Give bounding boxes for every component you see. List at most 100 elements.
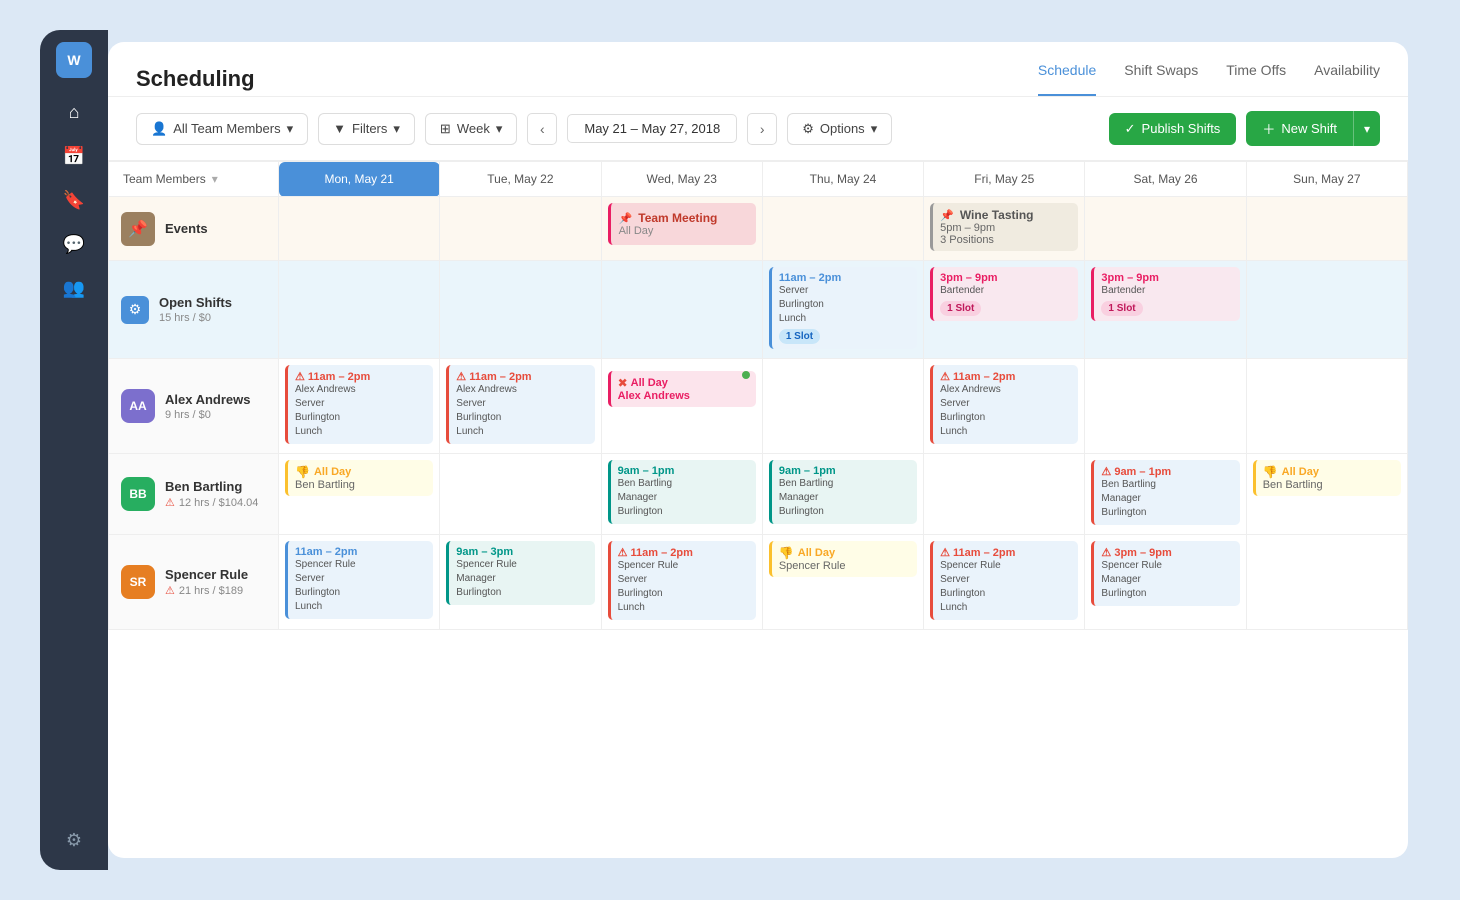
open-fri[interactable]: 3pm – 9pm Bartender 1 Slot xyxy=(924,261,1085,359)
events-fri[interactable]: 📌 Wine Tasting 5pm – 9pm 3 Positions xyxy=(924,197,1085,261)
tab-shift-swaps[interactable]: Shift Swaps xyxy=(1124,62,1198,96)
spencer-mon[interactable]: 11am – 2pm Spencer RuleServerBurlingtonL… xyxy=(279,535,440,630)
thumb-icon: 👎 xyxy=(295,465,310,479)
ben-allday-mon[interactable]: 👎 All Day Ben Bartling xyxy=(285,460,433,496)
open-sat[interactable]: 3pm – 9pm Bartender 1 Slot xyxy=(1085,261,1246,359)
green-dot-indicator xyxy=(742,371,750,379)
col-mon: Mon, May 21 xyxy=(279,162,440,197)
open-mon xyxy=(279,261,440,359)
open-shifts-row: ⚙ Open Shifts 15 hrs / $0 xyxy=(109,261,1408,359)
ben-mon[interactable]: 👎 All Day Ben Bartling xyxy=(279,454,440,535)
spencer-row: SR Spencer Rule ⚠ 21 hrs / $189 xyxy=(109,535,1408,630)
wine-tasting-event[interactable]: 📌 Wine Tasting 5pm – 9pm 3 Positions xyxy=(930,203,1078,251)
col-team-members: Team Members ▾ xyxy=(109,162,279,197)
warn-icon-spencer: ⚠ xyxy=(165,584,175,597)
ben-sun[interactable]: 👎 All Day Ben Bartling xyxy=(1246,454,1407,535)
ben-wed[interactable]: 9am – 1pm Ben BartlingManagerBurlington xyxy=(601,454,762,535)
sidebar-settings[interactable]: ⚙ xyxy=(56,822,92,858)
plus-icon: ＋ xyxy=(1262,119,1275,138)
sidebar-bookmark[interactable]: 🔖 xyxy=(56,182,92,218)
sidebar-calendar[interactable]: 📅 xyxy=(56,138,92,174)
publish-shifts-btn[interactable]: ✓ Publish Shifts xyxy=(1109,113,1237,145)
view-selector[interactable]: ⊞ Week ▾ xyxy=(425,113,517,145)
sidebar-team[interactable]: 👥 xyxy=(56,270,92,306)
thumb-icon-2: 👎 xyxy=(1263,465,1278,479)
alex-fri[interactable]: ⚠ 11am – 2pm Alex AndrewsServerBurlingto… xyxy=(924,359,1085,454)
spencer-shift-tue[interactable]: 9am – 3pm Spencer RuleManagerBurlington xyxy=(446,541,594,605)
spencer-thu[interactable]: 👎 All Day Spencer Rule xyxy=(762,535,923,630)
alex-allday-wed[interactable]: ✖ All Day Alex Andrews xyxy=(608,371,756,407)
chevron-down-icon-3: ▾ xyxy=(496,121,503,137)
spencer-shift-fri[interactable]: ⚠ 11am – 2pm Spencer RuleServerBurlingto… xyxy=(930,541,1078,620)
date-range-display: May 21 – May 27, 2018 xyxy=(567,114,737,143)
filter-icon: ▼ xyxy=(333,121,346,136)
thumb-icon-3: 👎 xyxy=(779,546,794,560)
alex-shift-fri[interactable]: ⚠ 11am – 2pm Alex AndrewsServerBurlingto… xyxy=(930,365,1078,444)
alex-shift-tue[interactable]: ⚠ 11am – 2pm Alex AndrewsServerBurlingto… xyxy=(446,365,594,444)
spencer-sat[interactable]: ⚠ 3pm – 9pm Spencer RuleManagerBurlingto… xyxy=(1085,535,1246,630)
sidebar-home[interactable]: ⌂ xyxy=(56,94,92,130)
filters-btn[interactable]: ▼ Filters ▾ xyxy=(318,113,415,145)
new-shift-group: ＋ New Shift ▾ xyxy=(1246,111,1380,146)
spencer-wed[interactable]: ⚠ 11am – 2pm Spencer RuleServerBurlingto… xyxy=(601,535,762,630)
col-sat: Sat, May 26 xyxy=(1085,162,1246,197)
spencer-avatar: SR xyxy=(121,565,155,599)
spencer-shift-wed[interactable]: ⚠ 11am – 2pm Spencer RuleServerBurlingto… xyxy=(608,541,756,620)
ben-thu[interactable]: 9am – 1pm Ben BartlingManagerBurlington xyxy=(762,454,923,535)
pin-icon-2: 📌 xyxy=(940,209,954,222)
open-wed xyxy=(601,261,762,359)
alex-tue[interactable]: ⚠ 11am – 2pm Alex AndrewsServerBurlingto… xyxy=(440,359,601,454)
events-sun xyxy=(1246,197,1407,261)
open-shift-thu[interactable]: 11am – 2pm ServerBurlingtonLunch 1 Slot xyxy=(769,267,917,349)
events-wed[interactable]: 📌 Team Meeting All Day xyxy=(601,197,762,261)
ben-shift-sat[interactable]: ⚠ 9am – 1pm Ben BartlingManagerBurlingto… xyxy=(1091,460,1239,525)
ben-shift-thu[interactable]: 9am – 1pm Ben BartlingManagerBurlington xyxy=(769,460,917,524)
prev-week-btn[interactable]: ‹ xyxy=(527,113,557,145)
next-week-btn[interactable]: › xyxy=(747,113,777,145)
main-content: Scheduling Schedule Shift Swaps Time Off… xyxy=(108,42,1408,858)
alex-wed[interactable]: ✖ All Day Alex Andrews xyxy=(601,359,762,454)
calendar: Team Members ▾ Mon, May 21 Tue, May 22 W… xyxy=(108,161,1408,858)
spencer-label-cell: SR Spencer Rule ⚠ 21 hrs / $189 xyxy=(109,535,279,630)
col-fri: Fri, May 25 xyxy=(924,162,1085,197)
ben-avatar: BB xyxy=(121,477,155,511)
spencer-allday-thu[interactable]: 👎 All Day Spencer Rule xyxy=(769,541,917,577)
ben-shift-wed[interactable]: 9am – 1pm Ben BartlingManagerBurlington xyxy=(608,460,756,524)
options-btn[interactable]: ⚙ Options ▾ xyxy=(787,113,892,145)
events-row: 📌 Events 📌 xyxy=(109,197,1408,261)
tab-availability[interactable]: Availability xyxy=(1314,62,1380,96)
spencer-shift-mon[interactable]: 11am – 2pm Spencer RuleServerBurlingtonL… xyxy=(285,541,433,619)
warn-icon: ⚠ xyxy=(165,496,175,509)
open-shift-sat[interactable]: 3pm – 9pm Bartender 1 Slot xyxy=(1091,267,1239,321)
grid-icon: ⊞ xyxy=(440,121,451,137)
spencer-sun xyxy=(1246,535,1407,630)
spencer-tue[interactable]: 9am – 3pm Spencer RuleManagerBurlington xyxy=(440,535,601,630)
ben-allday-sun[interactable]: 👎 All Day Ben Bartling xyxy=(1253,460,1401,496)
ben-fri xyxy=(924,454,1085,535)
gear-icon: ⚙ xyxy=(802,121,814,137)
app-logo[interactable]: W xyxy=(56,42,92,78)
sidebar: W ⌂ 📅 🔖 💬 👥 ⚙ xyxy=(40,30,108,870)
spencer-fri[interactable]: ⚠ 11am – 2pm Spencer RuleServerBurlingto… xyxy=(924,535,1085,630)
ben-label-cell: BB Ben Bartling ⚠ 12 hrs / $104.04 xyxy=(109,454,279,535)
open-thu[interactable]: 11am – 2pm ServerBurlingtonLunch 1 Slot xyxy=(762,261,923,359)
new-shift-btn[interactable]: ＋ New Shift xyxy=(1246,111,1353,146)
tab-time-offs[interactable]: Time Offs xyxy=(1226,62,1286,96)
alex-row: AA Alex Andrews 9 hrs / $0 ⚠ 11am – 2pm … xyxy=(109,359,1408,454)
alex-mon[interactable]: ⚠ 11am – 2pm Alex AndrewsServerBurlingto… xyxy=(279,359,440,454)
ben-sat[interactable]: ⚠ 9am – 1pm Ben BartlingManagerBurlingto… xyxy=(1085,454,1246,535)
new-shift-dropdown-btn[interactable]: ▾ xyxy=(1353,111,1380,146)
ben-tue xyxy=(440,454,601,535)
team-meeting-event[interactable]: 📌 Team Meeting All Day xyxy=(608,203,756,245)
team-members-filter[interactable]: 👤 All Team Members ▾ xyxy=(136,113,308,145)
chevron-down-icon-4: ▾ xyxy=(871,121,878,137)
spencer-shift-sat[interactable]: ⚠ 3pm – 9pm Spencer RuleManagerBurlingto… xyxy=(1091,541,1239,606)
alex-shift-mon[interactable]: ⚠ 11am – 2pm Alex AndrewsServerBurlingto… xyxy=(285,365,433,444)
sidebar-chat[interactable]: 💬 xyxy=(56,226,92,262)
tab-schedule[interactable]: Schedule xyxy=(1038,62,1096,96)
col-tue: Tue, May 22 xyxy=(440,162,601,197)
team-icon: 👤 xyxy=(151,121,167,137)
col-thu: Thu, May 24 xyxy=(762,162,923,197)
open-shifts-label-cell: ⚙ Open Shifts 15 hrs / $0 xyxy=(109,261,279,359)
open-shift-fri[interactable]: 3pm – 9pm Bartender 1 Slot xyxy=(930,267,1078,321)
